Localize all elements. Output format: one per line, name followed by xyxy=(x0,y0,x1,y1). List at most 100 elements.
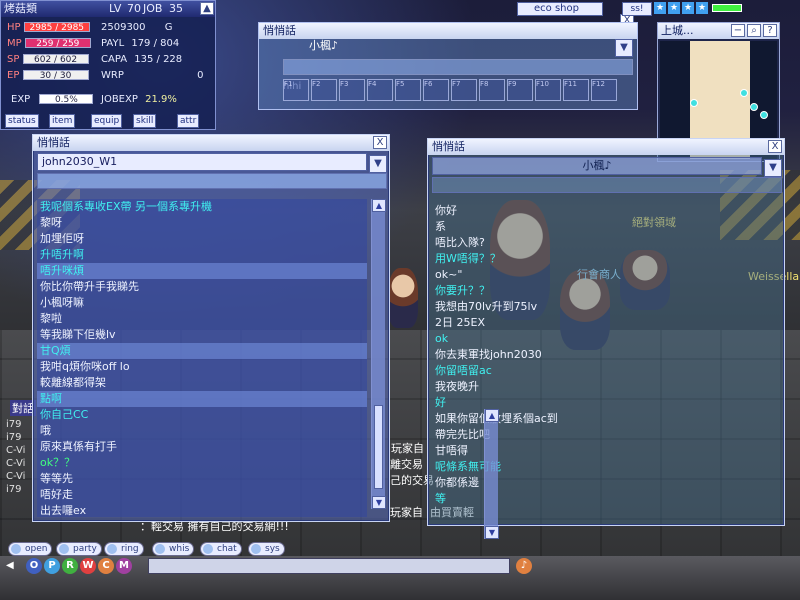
eco-shop-label: eco shop xyxy=(534,3,579,14)
minimize-button[interactable]: ▲ xyxy=(200,2,214,15)
channel-icon xyxy=(11,544,21,554)
channel-whis-button[interactable]: whis xyxy=(152,542,195,556)
tab-equip[interactable]: equip xyxy=(91,114,123,128)
chat-mode-button[interactable]: M xyxy=(116,558,132,574)
music-icon[interactable]: ♪ xyxy=(516,558,532,574)
hotbar-slot[interactable]: F2 xyxy=(311,79,337,101)
scrollbar[interactable]: ▲ ▼ xyxy=(484,409,499,539)
channel-icon xyxy=(107,544,117,554)
chat-message: 你好 xyxy=(435,204,457,217)
hotbar-key-label: F9 xyxy=(508,80,517,88)
mp-value: 259 / 259 xyxy=(36,39,80,49)
jobexp-row: JOBEXP 21.9% xyxy=(101,93,177,107)
chat-mode-button[interactable]: O xyxy=(26,558,42,574)
job-value: 35 xyxy=(169,2,183,15)
tab-skill[interactable]: skill xyxy=(133,114,157,128)
level-label: LV xyxy=(109,2,122,15)
world-label: 離交易 xyxy=(390,458,423,471)
channel-open-button[interactable]: open xyxy=(8,542,53,556)
hotbar-slot[interactable]: F8 xyxy=(479,79,505,101)
whisper-target: 小楓♪ xyxy=(309,39,339,52)
scroll-down-button[interactable]: ▼ xyxy=(372,496,386,509)
scroll-up-button[interactable]: ▲ xyxy=(372,199,386,212)
tab-item[interactable]: item xyxy=(49,114,76,128)
chat-message: ok xyxy=(435,332,449,345)
chat-message: 好 xyxy=(435,396,446,409)
ep-row: EP 30 / 30 xyxy=(7,69,89,83)
close-button[interactable]: X xyxy=(768,140,782,153)
channel-ring-button[interactable]: ring xyxy=(104,542,144,556)
channel-icon xyxy=(155,544,165,554)
chat-message: 你自己CC xyxy=(40,408,89,421)
chat-message: 2日 25EX xyxy=(435,316,485,329)
help-icon[interactable]: ? xyxy=(763,24,777,37)
chat-message: 等我睇下佢幾lv xyxy=(40,328,116,341)
chat-mode-button[interactable]: P xyxy=(44,558,60,574)
chat-message: 我呢個系專收EX帶 另一個系專升機 xyxy=(40,200,212,213)
chevron-down-icon[interactable]: ▼ xyxy=(369,155,387,173)
map-marker xyxy=(750,103,758,111)
arrow-left-icon[interactable]: ◀ xyxy=(6,560,18,572)
chat-mode-button[interactable]: R xyxy=(62,558,78,574)
hotbar-key-label: F3 xyxy=(340,80,349,88)
hotbar-slot[interactable]: F6 xyxy=(423,79,449,101)
chat-message: 黎呀 xyxy=(40,216,62,229)
input-bar[interactable] xyxy=(283,59,633,75)
player-character[interactable] xyxy=(388,268,418,328)
hotbar-slot[interactable]: F12 xyxy=(591,79,617,101)
scrollbar[interactable]: ▲ ▼ xyxy=(371,199,386,509)
hotbar-slot[interactable]: F3 xyxy=(339,79,365,101)
hotbar-slot[interactable]: F4 xyxy=(367,79,393,101)
window-title: 悄悄話 xyxy=(37,136,70,149)
payl-row: PAYL 179 / 804 xyxy=(101,37,179,51)
eco-shop-button[interactable]: eco shop xyxy=(517,2,603,16)
chat-message: 甘唔得 xyxy=(435,444,468,457)
window-title-bar[interactable]: 悄悄話 X xyxy=(33,135,389,151)
chat-message: 我夜晚升 xyxy=(435,380,479,393)
hp-row: HP 2985 / 2985 xyxy=(7,21,90,35)
payl-label: PAYL xyxy=(101,38,125,49)
scroll-down-button[interactable]: ▼ xyxy=(485,526,499,539)
hotbar-slot[interactable]: F10 xyxy=(535,79,561,101)
star-icon: ★ xyxy=(668,2,680,14)
status-header: 烤菇類 LV 70 JOB 35 ▲ xyxy=(1,1,215,17)
close-button[interactable]: X xyxy=(373,136,387,149)
chat-input[interactable] xyxy=(148,558,510,574)
capa-value: 135 / 228 xyxy=(134,54,183,65)
hotbar-slot[interactable]: F5 xyxy=(395,79,421,101)
search-icon[interactable]: ⌕ xyxy=(747,24,761,37)
tab-attr[interactable]: attr xyxy=(177,114,200,128)
scroll-up-button[interactable]: ▲ xyxy=(485,409,499,422)
channel-label: sys xyxy=(265,544,280,554)
minus-icon[interactable]: − xyxy=(731,24,745,37)
chevron-down-icon[interactable]: ▼ xyxy=(764,159,782,177)
hotbar-slot[interactable]: F7 xyxy=(451,79,477,101)
scroll-thumb[interactable] xyxy=(374,405,383,489)
chat-message: 唔好走 xyxy=(40,488,73,501)
tab-status[interactable]: status xyxy=(5,114,39,128)
whisper-window-right: 悄悄話 X 小楓♪ ▼ 你好系唔比入隊? 用W唔得？？ ok~" 你要升？？ 我想由70… xyxy=(427,138,785,539)
whisper-target-field[interactable]: 小楓♪ xyxy=(432,157,762,175)
window-title-bar[interactable]: 悄悄話 X xyxy=(428,139,784,155)
gold-label: G xyxy=(164,22,173,33)
chat-mode-button[interactable]: W xyxy=(80,558,96,574)
whisper-target-field[interactable]: john2030_W1 xyxy=(37,153,367,171)
hotbar-slot[interactable]: F9 xyxy=(507,79,533,101)
world-label: 玩家自 xyxy=(390,506,423,519)
world-label: 玩家自 xyxy=(391,442,424,455)
channel-chat-button[interactable]: chat xyxy=(200,542,242,556)
hotbar-slot[interactable]: F1 xyxy=(283,79,309,101)
channel-sys-button[interactable]: sys xyxy=(248,542,285,556)
channel-party-button[interactable]: party xyxy=(56,542,102,556)
signal-bar xyxy=(712,4,742,12)
hotbar-slot[interactable]: F11 xyxy=(563,79,589,101)
chat-mode-button[interactable]: C xyxy=(98,558,114,574)
message-input[interactable] xyxy=(37,173,387,189)
exp-label: EXP xyxy=(11,94,31,105)
hp-value: 2985 / 2985 xyxy=(29,23,85,33)
chevron-down-icon[interactable]: ▼ xyxy=(615,39,633,57)
chat-message: 小楓呀嘛 xyxy=(40,296,84,309)
message-input[interactable] xyxy=(432,177,782,193)
ss-button[interactable]: ss! xyxy=(622,2,652,16)
chat-message: 系 xyxy=(435,220,446,233)
